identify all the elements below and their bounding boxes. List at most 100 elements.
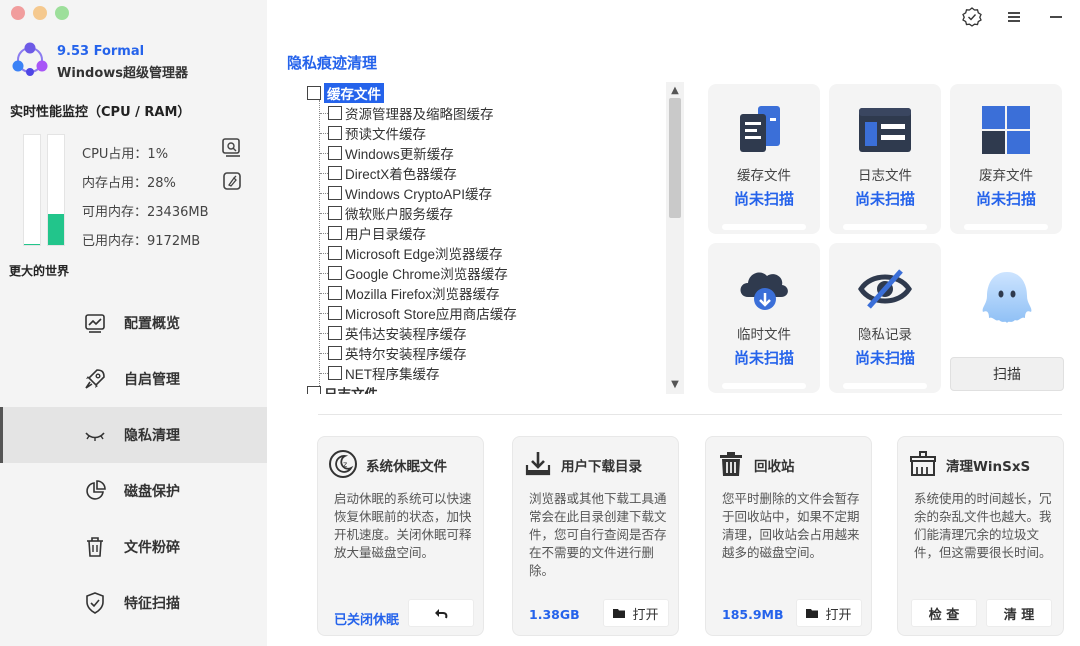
obsolete-files-icon bbox=[982, 106, 1030, 154]
tree-item[interactable]: Google Chrome浏览器缓存 bbox=[328, 263, 508, 283]
card-title: 用户下载目录 bbox=[561, 459, 642, 475]
tree-item[interactable]: Microsoft Store应用商店缓存 bbox=[328, 303, 517, 323]
card-hibernate: z 系统休眠文件 启动休眠的系统可以快速恢复休眠前的状态，加快开机速度。关闭休眠… bbox=[317, 436, 484, 636]
minimize-window-button[interactable] bbox=[33, 6, 47, 20]
checkbox[interactable] bbox=[328, 366, 342, 380]
tree-item[interactable]: 微软账户服务缓存 bbox=[328, 203, 453, 223]
card-winsxs: 清理WinSxS 系统使用的时间越长，冗余的杂乱文件也越大。我们能清理冗余的垃圾… bbox=[897, 436, 1064, 636]
verified-badge-icon[interactable] bbox=[962, 7, 982, 27]
tree-item-label: NET程序集缓存 bbox=[345, 367, 440, 382]
nav-item-startup[interactable]: 自启管理 bbox=[0, 351, 267, 407]
tree-root-label: 日志文件 bbox=[324, 383, 378, 394]
nav-item-config-overview[interactable]: 配置概览 bbox=[0, 295, 267, 351]
scan-progress-bar bbox=[843, 224, 927, 230]
window-controls bbox=[11, 6, 69, 20]
log-files-icon bbox=[859, 108, 911, 152]
nav-label: 隐私清理 bbox=[124, 428, 180, 444]
card-description: 您平时删除的文件会暂存于回收站中，如果不定期清理，回收站会占用越来越多的磁盘空间… bbox=[722, 491, 860, 560]
checkbox[interactable] bbox=[328, 206, 342, 220]
memory-clean-icon[interactable] bbox=[221, 170, 243, 192]
minimize-icon[interactable] bbox=[1046, 7, 1066, 27]
nav-item-disk-protect[interactable]: 磁盘保护 bbox=[0, 463, 267, 519]
open-downloads-button[interactable]: 打开 bbox=[603, 599, 669, 627]
scroll-down-icon[interactable]: ▼ bbox=[666, 378, 684, 392]
scan-card-obsolete[interactable]: 废弃文件 尚未扫描 bbox=[950, 84, 1062, 234]
menu-icon[interactable] bbox=[1004, 7, 1024, 27]
checkbox[interactable] bbox=[328, 346, 342, 360]
closed-eye-icon bbox=[85, 432, 105, 441]
cpu-bar bbox=[23, 134, 41, 246]
memory-usage: 内存占用：28% bbox=[82, 176, 176, 191]
card-downloads: 用户下载目录 浏览器或其他下载工具通常会在此目录创建下载文件，您可自行查阅是否存… bbox=[512, 436, 679, 636]
memory-bar-fill bbox=[48, 214, 64, 245]
nav-label: 磁盘保护 bbox=[124, 484, 180, 500]
tree-root-logs[interactable]: 日志文件 bbox=[307, 383, 378, 394]
card-description: 浏览器或其他下载工具通常会在此目录创建下载文件，您可自行查阅是否存在不需要的文件… bbox=[529, 491, 667, 578]
tree-item[interactable]: Windows CryptoAPI缓存 bbox=[328, 183, 492, 203]
tree-item-label: 英伟达安装程序缓存 bbox=[345, 327, 467, 342]
scan-card-temp[interactable]: 临时文件 尚未扫描 bbox=[708, 243, 820, 393]
scan-card-label: 日志文件 bbox=[858, 168, 912, 184]
nav-item-feature-scan[interactable]: 特征扫描 bbox=[0, 575, 267, 631]
checkbox[interactable] bbox=[328, 266, 342, 280]
eye-slash-icon bbox=[858, 269, 912, 309]
checkbox[interactable] bbox=[307, 86, 321, 100]
check-button[interactable]: 检 查 bbox=[911, 599, 977, 627]
scan-card-cache[interactable]: 缓存文件 尚未扫描 bbox=[708, 84, 820, 234]
tree-item[interactable]: 英伟达安装程序缓存 bbox=[328, 323, 467, 343]
checkbox[interactable] bbox=[328, 246, 342, 260]
tree-item-label: 英特尔安装程序缓存 bbox=[345, 347, 467, 362]
perf-title: 实时性能监控（CPU / RAM） bbox=[10, 105, 191, 120]
close-window-button[interactable] bbox=[11, 6, 25, 20]
svg-text:z: z bbox=[343, 460, 347, 469]
nav-item-privacy-clean[interactable]: 隐私清理 bbox=[0, 407, 267, 463]
checkbox[interactable] bbox=[328, 186, 342, 200]
clean-button[interactable]: 清 理 bbox=[986, 599, 1052, 627]
available-memory: 可用内存：23436MB bbox=[82, 205, 209, 220]
scan-card-status: 尚未扫描 bbox=[733, 190, 794, 208]
button-label: 打开 bbox=[825, 607, 852, 623]
tree-item[interactable]: DirectX着色器缓存 bbox=[328, 163, 457, 183]
tree-item-label: Google Chrome浏览器缓存 bbox=[345, 267, 508, 282]
world-label: 更大的世界 bbox=[9, 264, 70, 278]
undo-icon bbox=[435, 609, 448, 619]
checkbox[interactable] bbox=[328, 306, 342, 320]
maximize-window-button[interactable] bbox=[55, 6, 69, 20]
checkbox[interactable] bbox=[328, 166, 342, 180]
memory-bar bbox=[47, 134, 65, 246]
scan-card-privacy[interactable]: 隐私记录 尚未扫描 bbox=[829, 243, 941, 393]
hibernate-status: 已关闭休眠 bbox=[334, 613, 400, 628]
nav-item-file-shred[interactable]: 文件粉碎 bbox=[0, 519, 267, 575]
open-recycle-bin-button[interactable]: 打开 bbox=[796, 599, 862, 627]
tree-root-cache[interactable]: 缓存文件 bbox=[307, 83, 384, 103]
checkbox[interactable] bbox=[328, 106, 342, 120]
pie-icon bbox=[86, 480, 106, 500]
tree-item[interactable]: 英特尔安装程序缓存 bbox=[328, 343, 467, 363]
tree-scrollbar[interactable]: ▲ ▼ bbox=[666, 82, 684, 394]
card-description: 系统使用的时间越长，冗余的杂乱文件也越大。我们能清理冗余的垃圾文件，但这需要很长… bbox=[914, 491, 1052, 560]
scan-button[interactable]: 扫描 bbox=[950, 357, 1064, 391]
scroll-up-icon[interactable]: ▲ bbox=[666, 84, 684, 98]
checkbox[interactable] bbox=[307, 386, 321, 394]
checkbox[interactable] bbox=[328, 286, 342, 300]
nav-label: 配置概览 bbox=[124, 316, 180, 332]
checkbox[interactable] bbox=[328, 126, 342, 140]
checkbox[interactable] bbox=[328, 326, 342, 340]
scan-card-logs[interactable]: 日志文件 尚未扫描 bbox=[829, 84, 941, 234]
checkbox[interactable] bbox=[328, 226, 342, 240]
tree-item[interactable]: Microsoft Edge浏览器缓存 bbox=[328, 243, 503, 263]
checkbox[interactable] bbox=[328, 146, 342, 160]
scan-card-label: 临时文件 bbox=[737, 327, 791, 343]
tree-item[interactable]: 预读文件缓存 bbox=[328, 123, 426, 143]
tree-item[interactable]: Windows更新缓存 bbox=[328, 143, 454, 163]
tree-item[interactable]: 用户目录缓存 bbox=[328, 223, 426, 243]
tree-branch-line bbox=[320, 193, 328, 194]
tree-item[interactable]: NET程序集缓存 bbox=[328, 363, 440, 383]
chart-icon bbox=[85, 314, 105, 333]
monitor-search-icon[interactable] bbox=[221, 137, 243, 159]
tree-item[interactable]: 资源管理器及缩略图缓存 bbox=[328, 103, 494, 123]
undo-button[interactable] bbox=[408, 599, 474, 627]
scroll-thumb[interactable] bbox=[669, 98, 681, 218]
nav-label: 特征扫描 bbox=[124, 596, 180, 612]
tree-item[interactable]: Mozilla Firefox浏览器缓存 bbox=[328, 283, 500, 303]
